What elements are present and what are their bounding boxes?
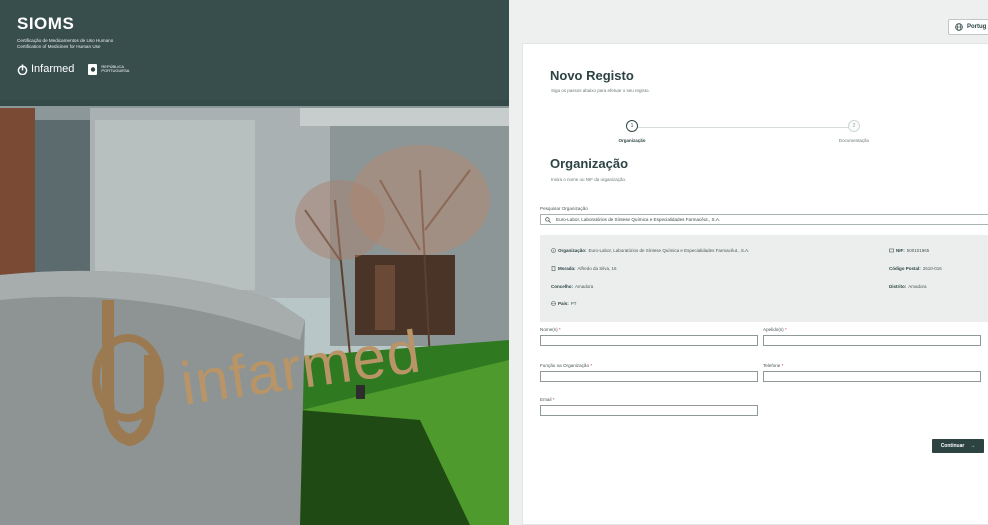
search-icon — [545, 216, 551, 223]
concelho-value: Amadora — [575, 284, 594, 289]
apelido-input[interactable] — [763, 335, 981, 346]
info-distrito: Distrito: Amadora — [889, 284, 927, 289]
info-nif: NIF: 500101965 — [889, 248, 929, 253]
distrito-value: Amadora — [908, 284, 927, 289]
brand-subtitle-en: Certification of Medicines for Human Use — [17, 44, 101, 49]
required-mark: * — [781, 363, 784, 368]
pais-label: País: — [558, 301, 569, 306]
org-label: Organização: — [558, 248, 587, 253]
step-label: Documentação — [838, 138, 870, 143]
globe-icon — [955, 23, 963, 31]
stepper: 1 Organização 2 Documentação — [523, 117, 988, 147]
apelido-label-text: Apelido(s) — [763, 327, 784, 332]
required-mark: * — [590, 363, 593, 368]
organization-search-input[interactable]: Euro-Labor, Laboratórios de Síntese Quím… — [540, 214, 988, 225]
registration-card: Novo Registo Siga os passos abaixo para … — [522, 43, 988, 525]
section-subtitle: Insira o nome ou NIF da organização. — [551, 177, 627, 182]
cp-label: Código Postal: — [889, 266, 921, 271]
required-mark: * — [558, 327, 561, 332]
organization-info-box: Organização: Euro-Labor, Laboratórios de… — [540, 235, 988, 322]
info-pais: País: PT — [551, 301, 577, 306]
language-button[interactable]: Portug — [948, 19, 988, 35]
page-title: Novo Registo — [550, 68, 634, 83]
distrito-label: Distrito: — [889, 284, 907, 289]
hero-panel: infarmed SIOMS Certificação de Medicamen… — [0, 0, 509, 525]
info-concelho: Concelho: Amadora — [551, 284, 593, 289]
morada-label: Morada: — [558, 266, 576, 271]
page-subtitle: Siga os passos abaixo para efetuar o seu… — [551, 88, 650, 93]
hero-header: SIOMS Certificação de Medicamentos de Us… — [0, 0, 509, 106]
org-value: Euro-Labor, Laboratórios de Síntese Quím… — [588, 248, 750, 253]
search-value: Euro-Labor, Laboratórios de Síntese Quím… — [556, 217, 721, 222]
partner-logos: Infarmed REPÚBLICA PORTUGUESA — [17, 63, 509, 75]
email-input[interactable] — [540, 405, 758, 416]
registration-panel: Portug Novo Registo Siga os passos abaix… — [509, 0, 988, 525]
brand-subtitle: Certificação de Medicamentos de Uso Huma… — [17, 38, 509, 50]
required-mark: * — [784, 327, 787, 332]
nif-value: 500101965 — [906, 248, 930, 253]
step-label: Organização — [618, 138, 646, 143]
required-mark: * — [552, 397, 555, 402]
id-card-icon — [889, 248, 894, 253]
republica-logo-text: REPÚBLICA PORTUGUESA — [101, 64, 130, 74]
arrow-right-icon: → — [970, 443, 976, 449]
pais-value: PT — [570, 301, 577, 306]
apelido-label: Apelido(s) * — [763, 327, 787, 332]
infarmed-logo: Infarmed — [17, 63, 74, 75]
step-organizacao[interactable]: 1 Organização — [592, 120, 672, 143]
funcao-input[interactable] — [540, 371, 758, 382]
continue-button[interactable]: Continuar → — [932, 439, 984, 453]
infarmed-logo-icon — [17, 63, 28, 75]
telefone-input[interactable] — [763, 371, 981, 382]
search-label: Pesquisar Organização — [540, 206, 588, 211]
email-label-text: Email — [540, 397, 552, 402]
language-label: Portug — [967, 24, 987, 30]
step-documentacao[interactable]: 2 Documentação — [814, 120, 894, 143]
step-number: 2 — [848, 120, 860, 132]
republica-logo-icon — [88, 63, 98, 75]
building-icon — [551, 266, 556, 271]
republica-logo: REPÚBLICA PORTUGUESA — [88, 63, 130, 75]
step-number: 1 — [626, 120, 638, 132]
info-organizacao: Organização: Euro-Labor, Laboratórios de… — [551, 248, 749, 253]
continue-label: Continuar — [940, 443, 965, 449]
telefone-label: Telefone * — [763, 363, 783, 368]
funcao-label-text: Função na Organização — [540, 363, 590, 368]
globe-icon — [551, 301, 556, 306]
brand-title: SIOMS — [17, 14, 75, 33]
nome-input[interactable] — [540, 335, 758, 346]
concelho-label: Concelho: — [551, 284, 573, 289]
nif-label: NIF: — [896, 248, 905, 253]
email-label: Email * — [540, 397, 555, 402]
telefone-label-text: Telefone — [763, 363, 781, 368]
republica-logo-line2: PORTUGUESA — [101, 68, 130, 73]
info-codigo-postal: Código Postal: 2610-016 — [889, 266, 942, 271]
cp-value: 2610-016 — [922, 266, 942, 271]
funcao-label: Função na Organização * — [540, 363, 592, 368]
morada-value: Alfredo da Silva, 16 — [577, 266, 617, 271]
nome-label-text: Nome(s) — [540, 327, 558, 332]
infarmed-logo-text: Infarmed — [31, 63, 75, 75]
info-icon — [551, 248, 556, 253]
section-title: Organização — [550, 156, 629, 171]
nome-label: Nome(s) * — [540, 327, 561, 332]
info-morada: Morada: Alfredo da Silva, 16 — [551, 266, 617, 271]
